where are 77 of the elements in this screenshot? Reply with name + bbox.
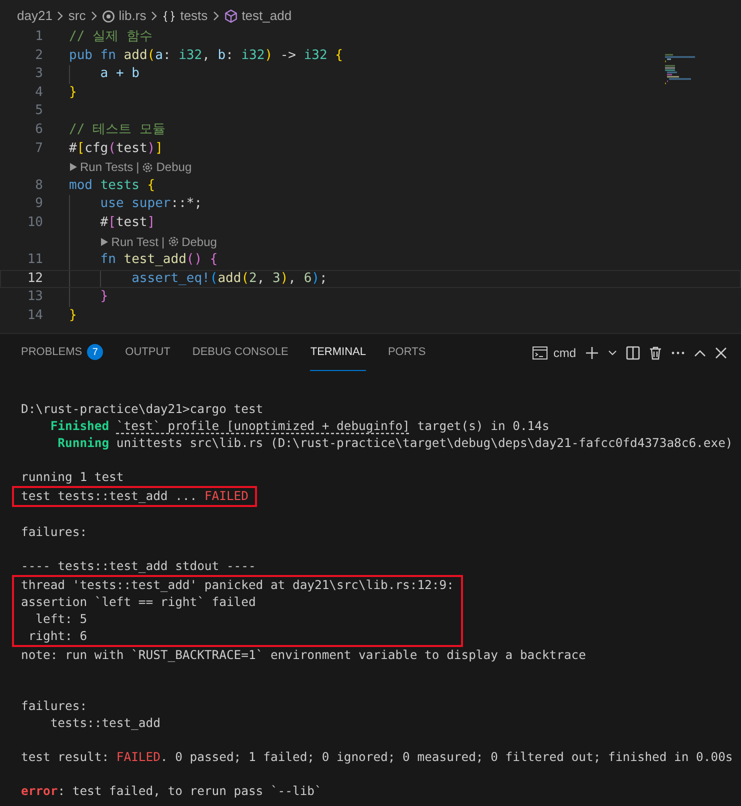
breadcrumb-item[interactable]: lib.rs: [118, 6, 146, 26]
code-line: // 실제 함수: [69, 28, 152, 46]
line-number: 6: [34, 120, 43, 139]
terminal-line: right: 6: [27, 628, 88, 645]
code-line: use super::*;: [100, 195, 202, 214]
debug-link[interactable]: Debug: [182, 232, 217, 252]
panel-tab[interactable]: OUTPUT: [125, 334, 170, 371]
line-number: 10: [26, 214, 43, 232]
chevron-icon: [56, 11, 64, 21]
plus-icon[interactable]: [585, 346, 599, 360]
play-icon: [100, 236, 108, 247]
chevron-up-icon[interactable]: [694, 348, 706, 356]
terminal-line: failures:: [21, 524, 88, 541]
terminal-line: Finished `test` profile [unoptimized + debuginfo] target(s) in 0.14s: [49, 418, 550, 435]
split-icon[interactable]: [626, 346, 640, 360]
separator: |: [136, 159, 140, 176]
code-line: // 테스트 모듈: [69, 120, 166, 139]
caret-icon[interactable]: [608, 350, 617, 356]
line-number: 8: [34, 176, 43, 195]
line-number: 3: [34, 65, 43, 84]
trash-icon[interactable]: [649, 346, 662, 360]
separator: |: [161, 234, 165, 251]
breadcrumb-item[interactable]: test_add: [242, 6, 292, 26]
run-test-link[interactable]: Run Test: [111, 232, 158, 252]
close-icon[interactable]: [715, 346, 727, 358]
line-number: 1: [34, 28, 43, 46]
code-line: pub fn add(a: i32, b: i32) -> i32 {: [69, 46, 343, 65]
terminal-line: left: 5: [34, 611, 88, 628]
terminal-line: test tests::test_add ... FAILED: [21, 488, 248, 505]
terminal-line: failures:: [21, 698, 88, 715]
breadcrumb-item[interactable]: day21: [17, 6, 52, 26]
code-line: }: [69, 306, 77, 325]
cube-icon: [224, 9, 238, 23]
breadcrumb-item[interactable]: src: [68, 6, 86, 26]
line-number: 4: [34, 84, 43, 102]
chevron-icon: [150, 11, 158, 21]
panel-tab[interactable]: PROBLEMS 7: [21, 334, 104, 371]
debug-link[interactable]: Debug: [156, 158, 192, 177]
run-test-link[interactable]: Run Tests: [80, 158, 134, 177]
terminal-line: thread 'tests::test_add' panicked at day21\src\lib.rs:12:9:: [21, 577, 454, 594]
line-number: 5: [34, 102, 43, 120]
terminal-line: test result: FAILED. 0 passed; 1 failed; 0 ignored; 0 measured; 0 filtered out; finished in 0.00s: [21, 749, 734, 766]
terminal-icon[interactable]: [532, 346, 548, 360]
line-number: 11: [26, 251, 43, 270]
terminal-line: Running unittests src\lib.rs (D:\rust-practice\target\debug\deps\day21-fafcc0fd4373a8c6.exe): [56, 435, 734, 452]
play-icon: [69, 162, 77, 172]
line-number: 7: [34, 140, 43, 158]
terminal-line: assertion `left == right` failed: [21, 594, 257, 611]
terminal-line: D:\rust-practice\day21>cargo test: [21, 401, 264, 418]
code-line: assert_eq!(add(2, 3), 6);: [132, 270, 328, 288]
chevron-icon: [90, 11, 98, 21]
code-line: mod tests {: [69, 176, 156, 195]
breadcrumb-item[interactable]: tests: [180, 6, 208, 26]
code-line: fn test_add() {: [100, 251, 218, 270]
code-line: #[cfg(test)]: [69, 140, 163, 158]
line-number: 9: [34, 195, 43, 214]
code-line: }: [69, 84, 77, 102]
terminal-line: running 1 test: [21, 469, 125, 486]
terminal-line: error: test failed, to rerun pass `--lib`: [21, 783, 323, 800]
panel-tab[interactable]: PORTS: [388, 334, 426, 371]
code-line: #[test]: [100, 214, 156, 232]
count-badge: 7: [87, 344, 104, 360]
line-number: 12: [26, 270, 43, 288]
chevron-icon: [212, 11, 220, 21]
code-line: }: [100, 288, 108, 306]
more-icon[interactable]: [671, 350, 685, 354]
panel-tab[interactable]: TERMINAL: [310, 334, 366, 371]
panel-tab[interactable]: DEBUG CONSOLE: [192, 334, 288, 371]
code-line: a + b: [100, 65, 140, 84]
shell-name[interactable]: cmd: [553, 344, 576, 362]
terminal-line: tests::test_add: [49, 715, 162, 732]
braces-icon: [162, 10, 176, 22]
line-number: 13: [26, 288, 43, 306]
line-number: 14: [26, 306, 43, 325]
terminal-line: note: run with `RUST_BACKTRACE=1` environment variable to display a backtrace: [21, 647, 587, 664]
terminal-line: ---- tests::test_add stdout ----: [21, 558, 257, 575]
line-number: 2: [34, 46, 43, 65]
